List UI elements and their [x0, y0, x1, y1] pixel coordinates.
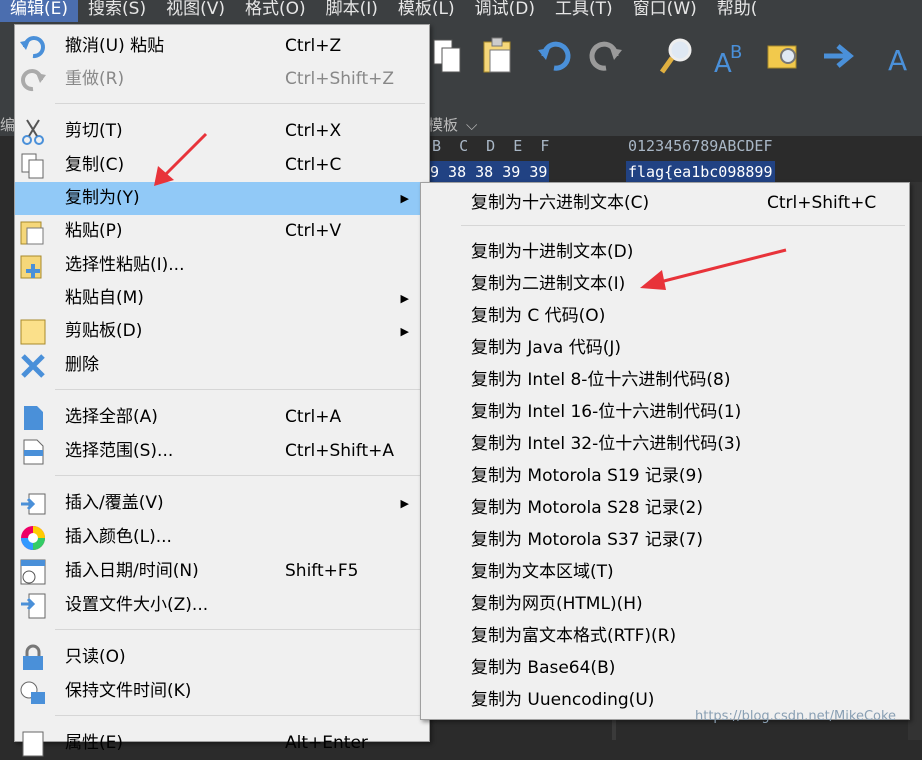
- menu-item-copy-motorola-s37[interactable]: 复制为 Motorola S37 记录(7): [421, 524, 909, 557]
- menu-item-keep-file-time[interactable]: 保持文件时间(K): [15, 675, 429, 708]
- column-divider: [908, 182, 922, 740]
- menu-bar: 编辑(E) 搜索(S) 视图(V) 格式(O) 脚本(I) 模板(L) 调试(D…: [0, 0, 922, 22]
- ascii-selection[interactable]: flag{ea1bc098899: [626, 161, 775, 183]
- menu-item-clipboard[interactable]: 剪贴板(D) ▶: [15, 315, 429, 348]
- delete-icon: [21, 354, 45, 378]
- menu-debug[interactable]: 调试(D): [465, 0, 545, 22]
- menu-template[interactable]: 模板(L): [388, 0, 465, 22]
- submenu-arrow-icon: ▶: [400, 497, 409, 510]
- menu-item-copy-as[interactable]: 复制为(Y) ▶: [15, 182, 429, 215]
- submenu-arrow-icon: ▶: [400, 292, 409, 305]
- file-size-icon: [21, 593, 46, 619]
- menu-item-insert-datetime[interactable]: 插入日期/时间(N) Shift+F5: [15, 555, 429, 588]
- find-icon[interactable]: [660, 36, 696, 76]
- annotation-arrow-icon: [154, 132, 208, 186]
- editor-tab[interactable]: 编: [0, 114, 15, 136]
- menu-item-select-all[interactable]: 选择全部(A) Ctrl+A: [15, 401, 429, 434]
- goto-arrow-icon[interactable]: [820, 36, 856, 76]
- menu-item-copy-motorola-s28[interactable]: 复制为 Motorola S28 记录(2): [421, 492, 909, 525]
- edit-menu: 撤消(U) 粘贴 Ctrl+Z 重做(R) Ctrl+Shift+Z 剪切(T)…: [14, 24, 430, 757]
- menu-item-copy-base64[interactable]: 复制为 Base64(B): [421, 652, 909, 685]
- font-icon[interactable]: A: [886, 36, 922, 76]
- select-range-icon: [23, 439, 44, 465]
- menu-item-insert-overwrite[interactable]: 插入/覆盖(V) ▶: [15, 487, 429, 520]
- paste-icon[interactable]: [480, 36, 516, 76]
- menu-view[interactable]: 视图(V): [156, 0, 235, 22]
- menu-window[interactable]: 窗口(W): [623, 0, 707, 22]
- ascii-column-header: 0123456789ABCDEF: [628, 137, 773, 155]
- select-all-icon: [24, 406, 43, 430]
- menu-item-copy-intel-8[interactable]: 复制为 Intel 8-位十六进制代码(8): [421, 364, 909, 397]
- undo-icon[interactable]: [536, 36, 572, 76]
- menu-item-paste-special[interactable]: 选择性粘贴(I)...: [15, 249, 429, 282]
- menu-item-undo[interactable]: 撤消(U) 粘贴 Ctrl+Z: [15, 30, 429, 63]
- redo-icon[interactable]: [588, 36, 624, 76]
- color-wheel-icon: [21, 526, 45, 550]
- paste-special-icon: [20, 255, 42, 279]
- menu-script[interactable]: 脚本(I): [316, 0, 388, 22]
- menu-item-delete[interactable]: 删除: [15, 349, 429, 382]
- template-tab[interactable]: 模板: [428, 114, 458, 136]
- annotation-arrow-icon: [640, 248, 787, 290]
- watermark: https://blog.csdn.net/MikeCoke: [695, 709, 897, 724]
- menu-separator: [461, 225, 905, 226]
- menu-separator: [55, 103, 425, 104]
- menu-item-paste-from[interactable]: 粘贴自(M) ▶: [15, 282, 429, 315]
- menu-item-cut[interactable]: 剪切(T) Ctrl+X: [15, 115, 429, 148]
- menu-item-paste[interactable]: 粘贴(P) Ctrl+V: [15, 215, 429, 248]
- menu-item-copy-intel-16[interactable]: 复制为 Intel 16-位十六进制代码(1): [421, 396, 909, 429]
- hex-column-header: B C D E F: [432, 137, 550, 155]
- menu-item-copy[interactable]: 复制(C) Ctrl+C: [15, 149, 429, 182]
- lock-clock-icon: [20, 681, 45, 704]
- menu-help[interactable]: 帮助(: [707, 0, 768, 22]
- menu-item-copy-c-code[interactable]: 复制为 C 代码(O): [421, 300, 909, 333]
- paste-icon: [20, 221, 44, 245]
- calendar-icon: [20, 559, 46, 585]
- menu-item-copy-text-area[interactable]: 复制为文本区域(T): [421, 556, 909, 589]
- menu-item-copy-html[interactable]: 复制为网页(HTML)(H): [421, 588, 909, 621]
- menu-item-read-only[interactable]: 只读(O): [15, 641, 429, 674]
- menu-item-copy-hex-text[interactable]: 复制为十六进制文本(C) Ctrl+Shift+C: [421, 187, 909, 220]
- find-in-files-icon[interactable]: [766, 36, 802, 76]
- menu-item-redo[interactable]: 重做(R) Ctrl+Shift+Z: [15, 63, 429, 96]
- menu-item-insert-color[interactable]: 插入颜色(L)...: [15, 521, 429, 554]
- svg-text:A: A: [888, 44, 907, 76]
- menu-edit[interactable]: 编辑(E): [0, 0, 79, 22]
- menu-item-copy-intel-32[interactable]: 复制为 Intel 32-位十六进制代码(3): [421, 428, 909, 461]
- menu-separator: [55, 715, 425, 716]
- menu-separator: [55, 475, 425, 476]
- menu-item-set-file-size[interactable]: 设置文件大小(Z)...: [15, 589, 429, 622]
- insert-icon: [21, 493, 46, 515]
- properties-icon: [22, 731, 44, 757]
- submenu-arrow-icon: ▶: [400, 325, 409, 338]
- lock-icon: [23, 644, 43, 670]
- redo-icon: [21, 69, 46, 92]
- svg-text:B: B: [730, 42, 742, 63]
- clipboard-icon: [20, 319, 46, 345]
- menu-separator: [55, 629, 425, 630]
- copy-icon: [21, 153, 44, 179]
- undo-icon: [20, 36, 45, 59]
- submenu-arrow-icon: ▶: [400, 192, 409, 205]
- menu-separator: [55, 389, 425, 390]
- replace-icon[interactable]: AB: [712, 36, 748, 76]
- menu-format[interactable]: 格式(O): [235, 0, 316, 22]
- menu-item-copy-java-code[interactable]: 复制为 Java 代码(J): [421, 332, 909, 365]
- menu-item-copy-rtf[interactable]: 复制为富文本格式(RTF)(R): [421, 620, 909, 653]
- menu-search[interactable]: 搜索(S): [78, 0, 156, 22]
- scissors-icon: [22, 119, 44, 145]
- menu-item-copy-motorola-s19[interactable]: 复制为 Motorola S19 记录(9): [421, 460, 909, 493]
- menu-tools[interactable]: 工具(T): [545, 0, 623, 22]
- chevron-down-icon[interactable]: ⌵: [466, 114, 477, 136]
- menu-item-select-range[interactable]: 选择范围(S)... Ctrl+Shift+A: [15, 435, 429, 468]
- copy-icon[interactable]: [430, 36, 466, 76]
- menu-item-properties[interactable]: 属性(E) Alt+Enter: [15, 727, 429, 760]
- hex-selection[interactable]: 9 38 38 39 39: [428, 161, 550, 183]
